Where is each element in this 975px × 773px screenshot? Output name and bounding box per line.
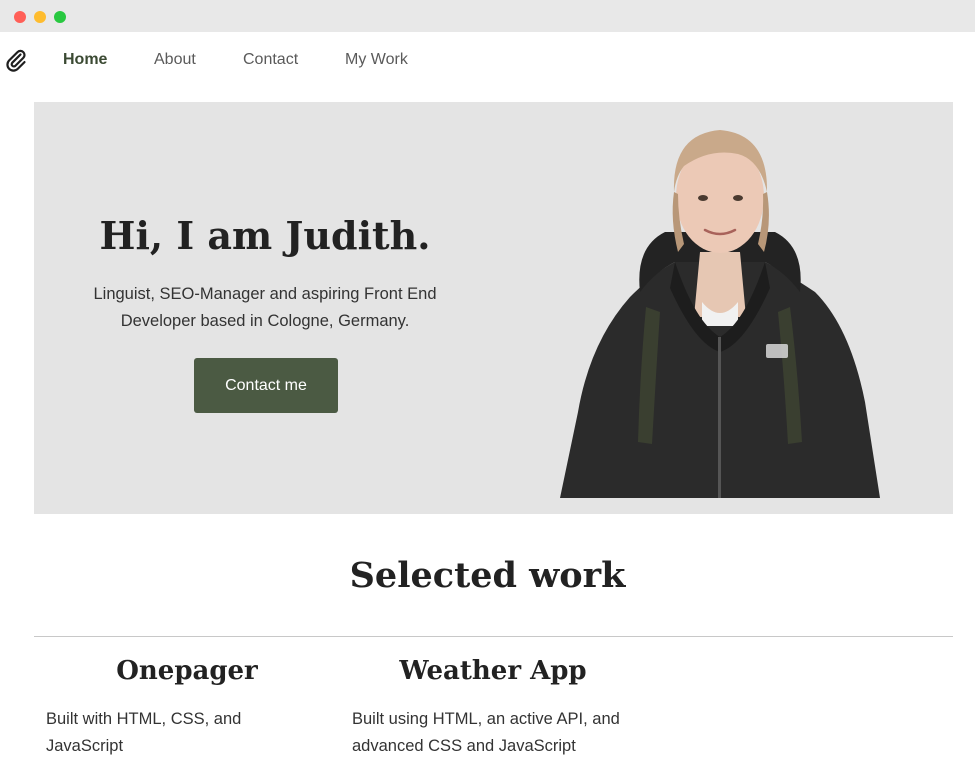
hero-subtitle: Linguist, SEO-Manager and aspiring Front…: [93, 285, 437, 330]
hero-title: Hi, I am Judith.: [99, 213, 431, 258]
nav-link-contact[interactable]: Contact: [243, 50, 298, 70]
nav-link-my-work[interactable]: My Work: [345, 50, 408, 70]
hero-section: Hi, I am Judith. Linguist, SEO-Manager a…: [34, 102, 953, 514]
section-divider: [34, 636, 953, 637]
paperclip-icon[interactable]: [4, 48, 28, 72]
contact-me-button[interactable]: Contact me: [194, 358, 338, 413]
project-title-weather-app[interactable]: Weather App: [340, 654, 646, 688]
nav-link-home[interactable]: Home: [63, 50, 107, 70]
browser-window: Home About Contact My Work Hi, I am Judi…: [0, 0, 975, 773]
zoom-window-button[interactable]: [54, 11, 66, 23]
close-window-button[interactable]: [14, 11, 26, 23]
project-description-onepager: Built with HTML, CSS, and JavaScript: [46, 710, 242, 755]
project-description-weather-app: Built using HTML, an active API, and adv…: [352, 710, 620, 755]
main-navigation: Home About Contact My Work: [0, 32, 975, 88]
nav-link-about[interactable]: About: [154, 50, 196, 70]
minimize-window-button[interactable]: [34, 11, 46, 23]
portrait-photo: [560, 130, 880, 498]
selected-work-heading: Selected work: [349, 555, 626, 596]
project-title-onepager[interactable]: Onepager: [34, 654, 340, 688]
title-bar: [0, 0, 975, 32]
